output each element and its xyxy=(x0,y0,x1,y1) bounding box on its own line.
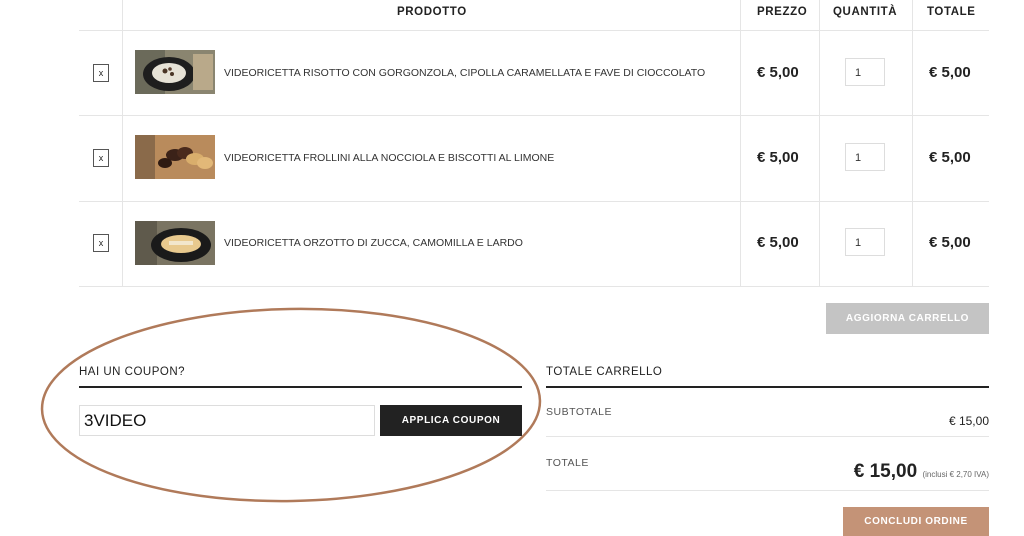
subtotal-label: SUBTOTALE xyxy=(546,406,612,418)
coupon-input[interactable]: 3VIDEO xyxy=(79,405,375,436)
line-total: € 5,00 xyxy=(929,64,971,81)
line-total: € 5,00 xyxy=(929,149,971,166)
subtotal-value: € 15,00 xyxy=(948,414,989,428)
remove-item-button[interactable]: x xyxy=(93,64,109,82)
product-thumbnail[interactable] xyxy=(135,221,215,265)
quantity-input[interactable]: 1 xyxy=(845,143,885,171)
divider xyxy=(546,490,989,491)
product-price: € 5,00 xyxy=(757,64,799,81)
total-label: TOTALE xyxy=(546,457,589,469)
header-quantity: QUANTITÀ xyxy=(833,6,898,18)
product-name-link[interactable]: VIDEORICETTA RISOTTO CON GORGONZOLA, CIP… xyxy=(224,67,705,79)
product-name-link[interactable]: VIDEORICETTA FROLLINI ALLA NOCCIOLA E BI… xyxy=(224,152,554,164)
total-value: € 15,00 (inclusi € 2,70 IVA) xyxy=(854,461,989,483)
quantity-input[interactable]: 1 xyxy=(845,58,885,86)
divider xyxy=(79,386,522,388)
header-price: PREZZO xyxy=(757,6,808,18)
line-total: € 5,00 xyxy=(929,234,971,251)
divider xyxy=(546,386,989,388)
product-name-link[interactable]: VIDEORICETTA ORZOTTO DI ZUCCA, CAMOMILLA… xyxy=(224,237,523,249)
product-price: € 5,00 xyxy=(757,149,799,166)
quantity-input[interactable]: 1 xyxy=(845,228,885,256)
cart-totals-title: TOTALE CARRELLO xyxy=(546,366,663,378)
total-amount: € 15,00 xyxy=(853,461,918,482)
product-price: € 5,00 xyxy=(757,234,799,251)
update-cart-button[interactable]: AGGIORNA CARRELLO xyxy=(826,303,989,334)
divider xyxy=(546,436,989,437)
table-header: PRODOTTO PREZZO QUANTITÀ TOTALE xyxy=(79,0,989,31)
table-row: x VIDEORICETTA ORZOTTO DI ZUCCA, CAMOMIL… xyxy=(79,201,989,287)
checkout-button[interactable]: CONCLUDI ORDINE xyxy=(843,507,989,536)
table-row: x VIDEORICETTA RISOTTO CON GORGONZOLA, C… xyxy=(79,30,989,116)
table-row: x VIDEORICETTA FROLLINI ALLA NOCCIOLA E … xyxy=(79,116,989,202)
remove-item-button[interactable]: x xyxy=(93,234,109,252)
tax-note: (inclusi € 2,70 IVA) xyxy=(922,470,989,479)
header-total: TOTALE xyxy=(927,6,976,18)
product-thumbnail[interactable] xyxy=(135,50,215,94)
apply-coupon-button[interactable]: APPLICA COUPON xyxy=(380,405,522,436)
header-product: PRODOTTO xyxy=(397,6,467,18)
coupon-title: HAI UN COUPON? xyxy=(79,366,186,378)
remove-item-button[interactable]: x xyxy=(93,149,109,167)
product-thumbnail[interactable] xyxy=(135,135,215,179)
